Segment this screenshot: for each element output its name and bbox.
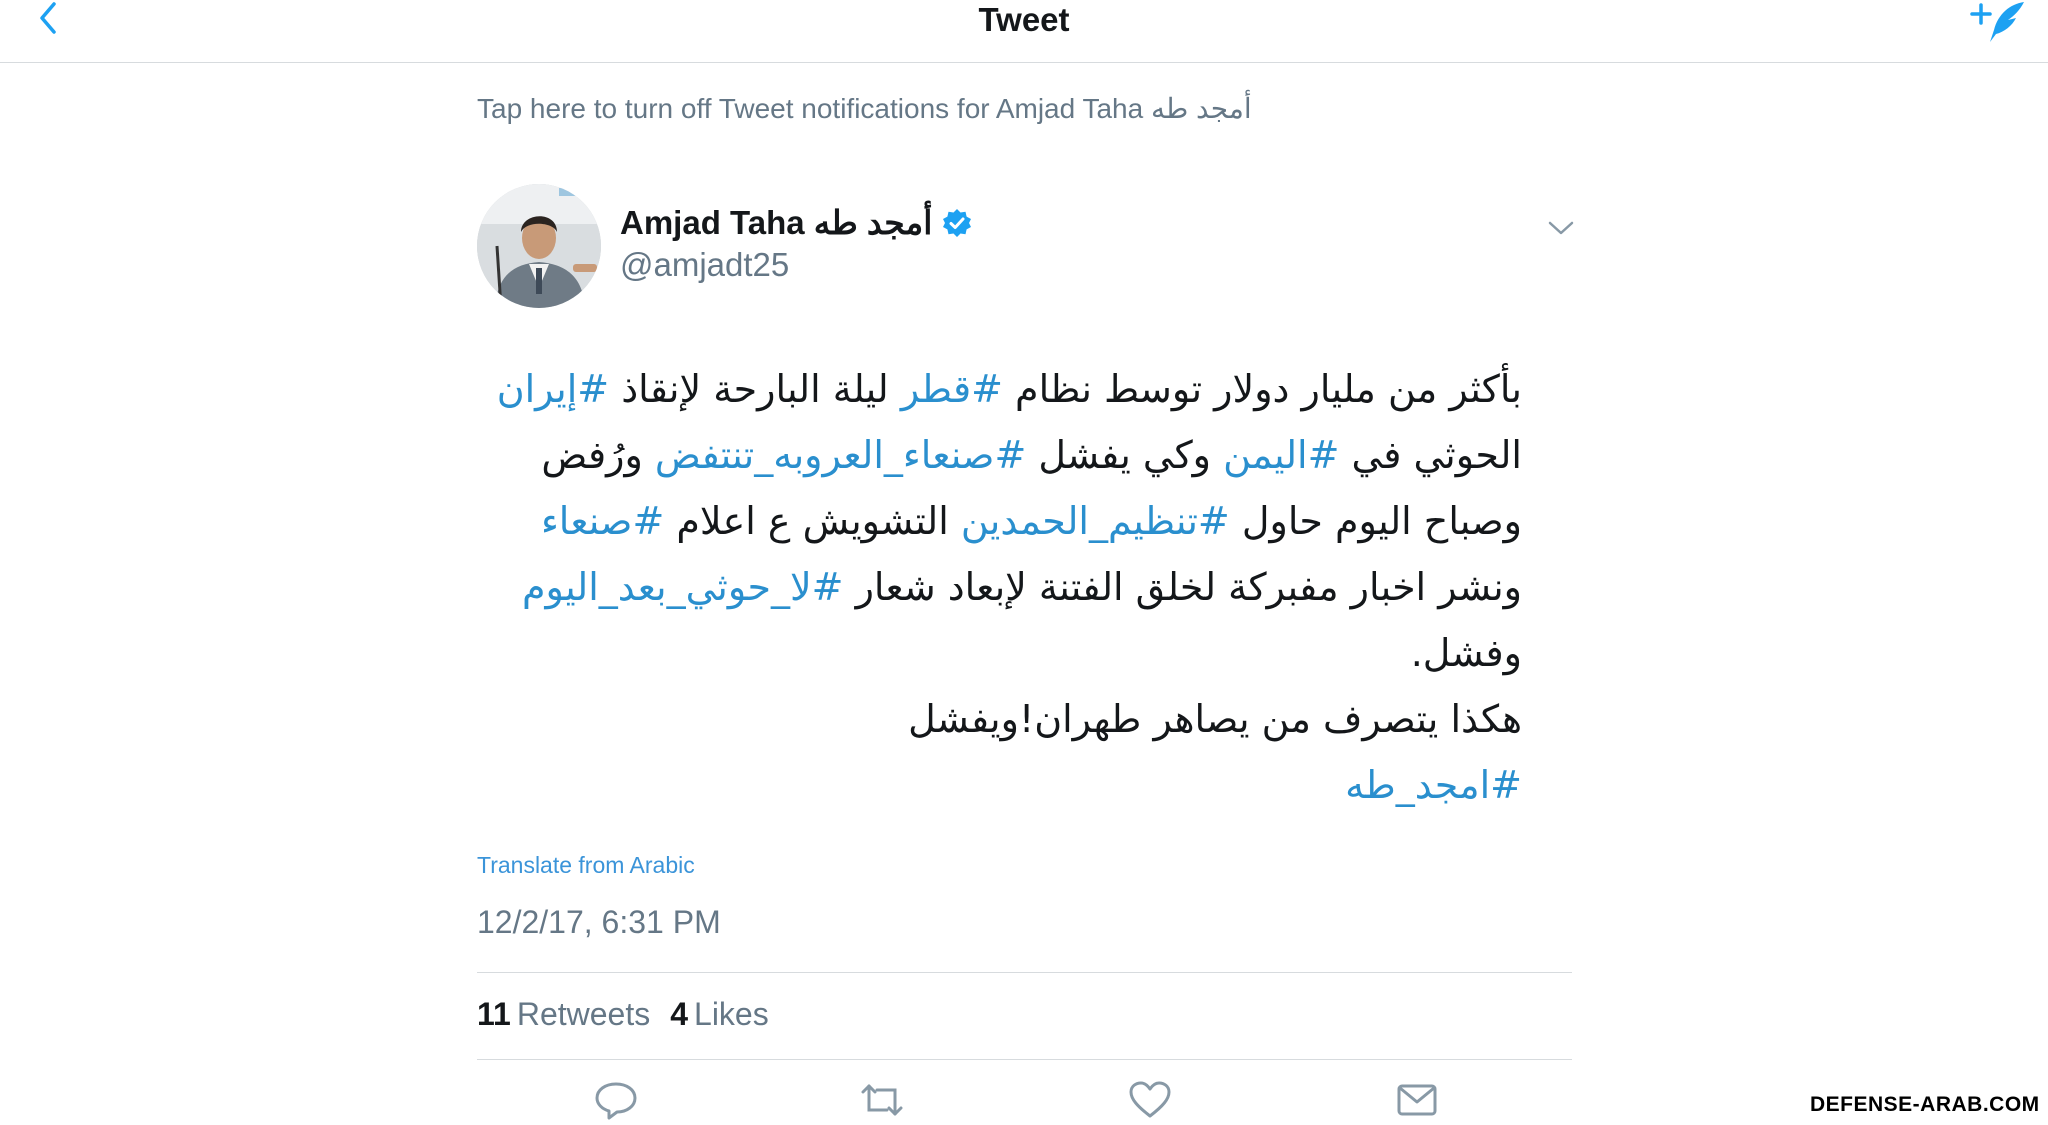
author-name-row: Amjad Taha أمجد طه — [620, 203, 972, 242]
tweet-text-segment: وصباح اليوم حاول — [1229, 499, 1522, 543]
tweet-text-segment: التشويش ع اعلام — [664, 499, 961, 543]
verified-badge-icon — [943, 208, 972, 237]
tweet-text-segment: هكذا يتصرف من يصاهر طهران!ويفشل — [908, 697, 1522, 741]
tweet-stats: 11 Retweets 4 Likes — [477, 996, 789, 1033]
reply-icon — [595, 1082, 637, 1120]
divider — [477, 1059, 1572, 1060]
likes-count: 4 — [670, 996, 689, 1032]
likes-label: Likes — [694, 996, 769, 1032]
hashtag-link[interactable]: #صنعاء — [541, 499, 664, 543]
tweet-line: وفشل. — [460, 620, 1522, 686]
tweet-text-segment: ليلة البارحة لإنقاذ — [609, 367, 901, 411]
hashtag-link[interactable]: #تنظيم_الحمدين — [961, 499, 1230, 543]
top-nav-bar: Tweet — [0, 0, 2048, 63]
heart-icon — [1129, 1081, 1171, 1118]
tweet-text-segment: الحوثي في — [1339, 433, 1522, 477]
watermark: DEFENSE-ARAB.COM — [1810, 1093, 2040, 1116]
hashtag-link[interactable]: #اليمن — [1223, 433, 1339, 477]
tweet-line: #امجد_طه — [460, 752, 1522, 818]
tweet-text-segment: ورُفض — [541, 433, 655, 477]
tweet-text-segment: وكي يفشل — [1026, 433, 1224, 477]
hashtag-link[interactable]: #قطر — [901, 367, 1003, 411]
divider — [477, 972, 1572, 973]
page-title: Tweet — [978, 1, 1070, 38]
compose-quill-icon — [1970, 2, 2024, 42]
tweet-line: هكذا يتصرف من يصاهر طهران!ويفشل — [460, 686, 1522, 752]
tweet-text: بأكثر من مليار دولار توسط نظام #قطر ليلة… — [460, 356, 1522, 818]
hashtag-link[interactable]: #امجد_طه — [1345, 763, 1522, 807]
tweet-text-segment: ونشر اخبار مفبركة لخلق الفتنة لإبعاد شعا… — [843, 565, 1522, 609]
retweet-icon — [861, 1084, 903, 1116]
author-name[interactable]: Amjad Taha أمجد طه — [620, 203, 932, 242]
notification-banner[interactable]: Tap here to turn off Tweet notifications… — [477, 92, 1252, 125]
avatar-photo — [477, 184, 601, 308]
tweet-line: بأكثر من مليار دولار توسط نظام #قطر ليلة… — [460, 356, 1522, 422]
retweets-label: Retweets — [516, 996, 651, 1032]
author-handle[interactable]: @amjadt25 — [620, 246, 789, 284]
hashtag-link[interactable]: #صنعاء_العروبه_تنتفض — [655, 433, 1026, 477]
tweet-line: الحوثي في #اليمن وكي يفشل #صنعاء_العروبه… — [460, 422, 1522, 488]
chevron-down-icon — [1548, 221, 1574, 235]
compose-tweet-button[interactable] — [1970, 0, 2028, 44]
tweet-line: وصباح اليوم حاول #تنظيم_الحمدين التشويش … — [460, 488, 1522, 554]
like-button[interactable] — [1127, 1080, 1173, 1120]
translate-link[interactable]: Translate from Arabic — [477, 852, 695, 879]
hashtag-link[interactable]: #لا_حوثي_بعد_اليوم — [522, 565, 844, 609]
avatar[interactable] — [477, 184, 601, 308]
hashtag-link[interactable]: #إيران — [497, 367, 609, 411]
tweet-text-segment: وفشل. — [1410, 631, 1522, 675]
tweet-text-segment: بأكثر من مليار دولار توسط نظام — [1002, 367, 1522, 411]
direct-message-button[interactable] — [1394, 1080, 1440, 1120]
likes-stat[interactable]: 4 Likes — [670, 996, 769, 1033]
reply-button[interactable] — [593, 1080, 639, 1120]
tweet-timestamp: 12/2/17, 6:31 PM — [477, 904, 721, 940]
retweet-button[interactable] — [859, 1080, 905, 1120]
envelope-icon — [1397, 1084, 1437, 1116]
retweets-stat[interactable]: 11 Retweets — [477, 996, 650, 1033]
tweet-options-button[interactable] — [1546, 216, 1576, 240]
tweet-line: ونشر اخبار مفبركة لخلق الفتنة لإبعاد شعا… — [460, 554, 1522, 620]
tweet-action-bar — [477, 1080, 1572, 1125]
retweets-count: 11 — [477, 996, 511, 1032]
